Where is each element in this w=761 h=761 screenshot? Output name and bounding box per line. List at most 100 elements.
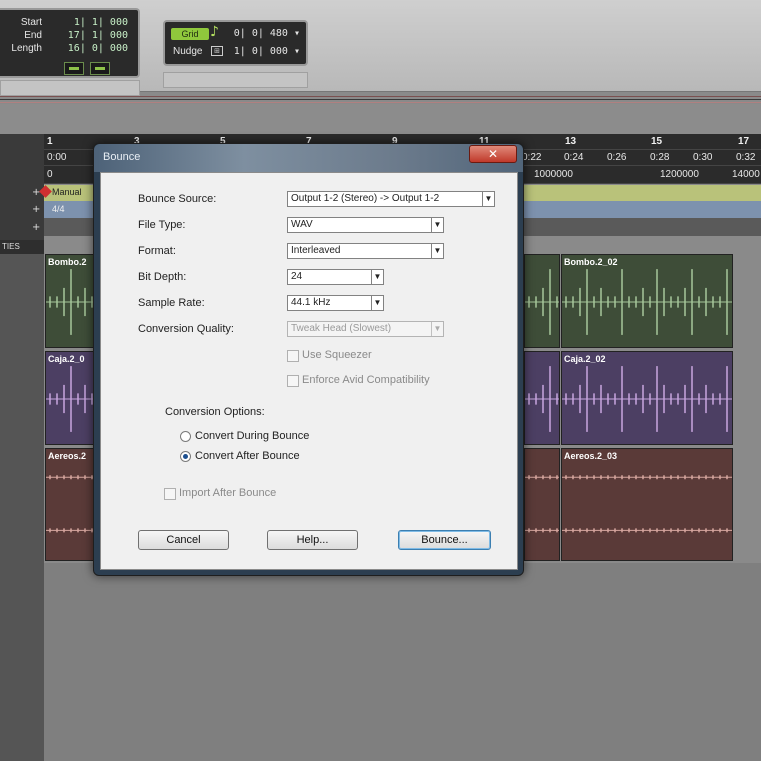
audio-clip[interactable] (524, 448, 560, 561)
clip-waveform (46, 366, 97, 432)
convert-during-radio[interactable] (180, 431, 191, 442)
convert-after-radio[interactable] (180, 451, 191, 462)
format-select[interactable]: Interleaved ▼ (287, 243, 444, 259)
cancel-button[interactable]: Cancel (138, 530, 229, 550)
format-label: Format: (138, 245, 176, 257)
track-header-label: TIES (0, 240, 44, 254)
time-label: 0:32 (736, 152, 756, 163)
counter-end-label: End (24, 30, 42, 41)
time-label: 0:22 (522, 152, 542, 163)
import-after-checkbox[interactable] (164, 488, 176, 500)
empty-track-area (44, 563, 761, 761)
chevron-down-icon: ▼ (482, 192, 494, 206)
bar-label: 17 (738, 136, 750, 147)
add-ruler-icon[interactable]: + (32, 204, 40, 215)
bar-label: 15 (651, 136, 663, 147)
clip-waveform (562, 475, 732, 533)
clip-waveform (46, 475, 97, 533)
counter-length-value[interactable]: 16| 0| 000 (68, 43, 128, 54)
counter-length-label: Length (11, 43, 42, 54)
conversion-quality-select[interactable]: Tweak Head (Slowest) ▼ (287, 321, 444, 337)
sample-rate-select[interactable]: 44.1 kHz ▼ (287, 295, 384, 311)
marker-label[interactable]: Manual (52, 187, 82, 197)
nudge-icon: ⊞ (211, 46, 223, 56)
sample-label: 1000000 (534, 169, 573, 180)
enforce-avid-label[interactable]: Enforce Avid Compatibility (302, 374, 430, 386)
bounce-source-label: Bounce Source: (138, 193, 217, 205)
bar-label: 1 (47, 136, 53, 147)
sample-label: 1200000 (660, 169, 699, 180)
counter-start-value[interactable]: 1| 1| 000 (74, 17, 128, 28)
bit-depth-label: Bit Depth: (138, 271, 187, 283)
grid-value[interactable]: 0| 0| 480 ▾ (234, 28, 300, 39)
toolbar-subpanel-right (163, 72, 308, 88)
counter-start-label: Start (20, 17, 42, 28)
conversion-options-label: Conversion Options: (165, 406, 265, 418)
bounce-button[interactable]: Bounce... (398, 530, 491, 550)
clip-waveform (562, 269, 732, 335)
file-type-select[interactable]: WAV ▼ (287, 217, 444, 233)
time-label: 0:24 (564, 152, 584, 163)
chevron-down-icon: ▼ (431, 218, 443, 232)
track-column-label: TIES (2, 242, 20, 251)
clip-waveform (46, 269, 97, 335)
use-squeezer-label[interactable]: Use Squeezer (302, 349, 372, 361)
audio-clip[interactable] (524, 254, 560, 348)
enforce-avid-checkbox[interactable] (287, 375, 299, 387)
help-button[interactable]: Help... (267, 530, 358, 550)
bounce-source-value: Output 1-2 (Stereo) -> Output 1-2 (291, 193, 440, 204)
add-ruler-icon[interactable]: + (32, 222, 40, 233)
convert-after-label[interactable]: Convert After Bounce (195, 450, 300, 462)
note-icon: ♪ (210, 24, 219, 40)
time-label: 0:26 (607, 152, 627, 163)
time-label: 0:00 (47, 152, 67, 163)
dialog-body: Bounce Source: Output 1-2 (Stereo) -> Ou… (100, 172, 518, 570)
dialog-title: Bounce (103, 151, 141, 163)
time-label: 0:30 (693, 152, 713, 163)
divider-line (0, 99, 761, 100)
audio-clip[interactable]: Aereos.2 (45, 448, 98, 561)
counter-start-row[interactable]: Start 1| 1| 000 (0, 17, 134, 29)
counter-end-row[interactable]: End 17| 1| 000 (0, 30, 134, 42)
bit-depth-select[interactable]: 24 ▼ (287, 269, 384, 285)
close-button[interactable]: ✕ (469, 145, 517, 163)
nudge-value[interactable]: 1| 0| 000 ▾ (234, 46, 300, 57)
nudge-label[interactable]: Nudge (173, 46, 202, 57)
time-label: 0:28 (650, 152, 670, 163)
convert-during-label[interactable]: Convert During Bounce (195, 430, 309, 442)
clip-waveform (525, 366, 559, 432)
bounce-dialog: Bounce ✕ Bounce Source: Output 1-2 (Ster… (93, 143, 524, 576)
audio-clip[interactable]: Bombo.2_02 (561, 254, 733, 348)
sample-rate-label: Sample Rate: (138, 297, 205, 309)
use-squeezer-checkbox[interactable] (287, 350, 299, 362)
clip-waveform (562, 366, 732, 432)
chevron-down-icon: ▼ (431, 244, 443, 258)
divider-line (0, 102, 761, 103)
counter-icons (64, 62, 110, 76)
file-type-value: WAV (291, 219, 313, 230)
audio-clip[interactable]: Aereos.2_03 (561, 448, 733, 561)
sample-rate-value: 44.1 kHz (291, 297, 331, 308)
counter-end-value[interactable]: 17| 1| 000 (68, 30, 128, 41)
preroll-icon[interactable] (90, 62, 110, 75)
dialog-titlebar[interactable]: Bounce ✕ (94, 144, 523, 172)
audio-clip[interactable]: Caja.2_0 (45, 351, 98, 445)
audio-clip[interactable]: Caja.2_02 (561, 351, 733, 445)
grid-button[interactable]: Grid (171, 28, 209, 40)
chevron-down-icon: ▼ (371, 296, 383, 310)
add-ruler-icon[interactable]: + (32, 187, 40, 198)
clip-waveform (525, 269, 559, 335)
mouse-cursor-icon (464, 200, 470, 204)
chevron-down-icon: ▼ (431, 322, 443, 336)
counter-length-row[interactable]: Length 16| 0| 000 (0, 43, 134, 55)
link-timeline-icon[interactable] (64, 62, 84, 75)
audio-clip[interactable] (524, 351, 560, 445)
selection-counter: Start 1| 1| 000 End 17| 1| 000 Length 16… (0, 8, 140, 78)
grid-nudge-panel: Grid ♪ 0| 0| 480 ▾ Nudge ⊞ 1| 0| 000 ▾ (163, 20, 308, 66)
bounce-source-select[interactable]: Output 1-2 (Stereo) -> Output 1-2 ▼ (287, 191, 495, 207)
conversion-quality-value: Tweak Head (Slowest) (291, 323, 392, 334)
import-after-label[interactable]: Import After Bounce (179, 487, 276, 499)
audio-clip[interactable]: Bombo.2 (45, 254, 98, 348)
clip-waveform (525, 475, 559, 533)
meter-label[interactable]: 4/4 (52, 204, 65, 214)
